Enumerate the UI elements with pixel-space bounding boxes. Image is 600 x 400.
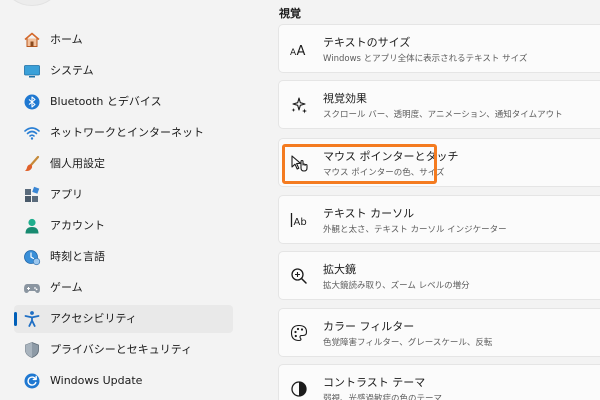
card-title: コントラスト テーマ: [323, 376, 426, 389]
card-subtitle: 色覚障害フィルター、グレースケール、反転: [323, 338, 493, 348]
svg-text:Ab: Ab: [294, 217, 307, 228]
gamepad-icon: [23, 279, 41, 297]
sidebar-item-accounts[interactable]: アカウント: [14, 212, 233, 240]
accessibility-icon: [23, 310, 41, 328]
sidebar-item-home[interactable]: ホーム: [14, 26, 233, 54]
sidebar-item-personalization[interactable]: 個人用設定: [14, 150, 233, 178]
visual-effects-icon: [289, 95, 309, 115]
sidebar-item-label: 時刻と言語: [50, 250, 105, 263]
card-title: テキスト カーソル: [323, 207, 415, 220]
setting-card-magnifier[interactable]: 拡大鏡 拡大鏡読み取り、ズーム レベルの増分: [278, 251, 600, 300]
account-icon: [23, 217, 41, 235]
card-subtitle: スクロール バー、透明度、アニメーション、通知タイムアウト: [323, 110, 563, 120]
card-subtitle: 外観と太さ、テキスト カーソル インジケーター: [323, 225, 507, 235]
setting-card-mouse-pointer-touch[interactable]: マウス ポインターとタッチ マウス ポインターの色、サイズ: [278, 138, 600, 187]
sidebar-item-bluetooth[interactable]: Bluetooth とデバイス: [14, 88, 233, 116]
home-icon: [23, 31, 41, 49]
sidebar-item-windows-update[interactable]: Windows Update: [14, 367, 233, 395]
card-subtitle: 弱視、光感過敏症の色のテーマ: [323, 394, 443, 400]
bluetooth-icon: [23, 93, 41, 111]
setting-card-text-cursor[interactable]: Ab テキスト カーソル 外観と太さ、テキスト カーソル インジケーター: [278, 195, 600, 244]
magnifier-icon: [289, 266, 309, 286]
sidebar-item-apps[interactable]: アプリ: [14, 181, 233, 209]
sidebar-nav: ホーム システム Bluetooth とデバイス ネットワークとインターネット …: [0, 0, 250, 400]
sidebar-item-label: ホーム: [50, 33, 83, 46]
contrast-theme-icon: [289, 379, 309, 399]
color-filter-icon: [289, 323, 309, 343]
time-language-icon: [23, 248, 41, 266]
sidebar-item-label: アカウント: [50, 219, 105, 232]
text-cursor-icon: Ab: [289, 210, 309, 230]
sidebar-item-label: ゲーム: [50, 281, 83, 294]
sidebar-item-time-language[interactable]: 時刻と言語: [14, 243, 233, 271]
sidebar-item-system[interactable]: システム: [14, 57, 233, 85]
sidebar-item-label: 個人用設定: [50, 157, 105, 170]
setting-card-visual-effects[interactable]: 視覚効果 スクロール バー、透明度、アニメーション、通知タイムアウト: [278, 80, 600, 129]
sidebar-item-label: システム: [50, 64, 94, 77]
brush-icon: [23, 155, 41, 173]
card-title: カラー フィルター: [323, 320, 415, 333]
sidebar-item-network[interactable]: ネットワークとインターネット: [14, 119, 233, 147]
card-title: テキストのサイズ: [323, 36, 411, 49]
section-title: 視覚: [279, 7, 301, 20]
sidebar-item-label: ネットワークとインターネット: [50, 126, 204, 139]
system-icon: [23, 62, 41, 80]
sidebar-item-accessibility[interactable]: アクセシビリティ: [14, 305, 233, 333]
setting-card-text-size[interactable]: AA テキストのサイズ Windows とアプリ全体に表示されるテキスト サイズ: [278, 24, 600, 73]
wifi-icon: [23, 124, 41, 142]
active-indicator: [14, 312, 17, 326]
apps-icon: [23, 186, 41, 204]
text-size-icon: AA: [289, 39, 309, 59]
setting-card-color-filter[interactable]: カラー フィルター 色覚障害フィルター、グレースケール、反転: [278, 308, 600, 357]
card-title: マウス ポインターとタッチ: [323, 150, 459, 163]
sidebar-item-label: Bluetooth とデバイス: [50, 95, 162, 108]
card-subtitle: 拡大鏡読み取り、ズーム レベルの増分: [323, 281, 470, 291]
sidebar-item-label: アクセシビリティ: [50, 312, 137, 325]
card-title: 視覚効果: [323, 92, 367, 105]
sidebar-item-gaming[interactable]: ゲーム: [14, 274, 233, 302]
card-title: 拡大鏡: [323, 263, 356, 276]
setting-card-contrast-theme[interactable]: コントラスト テーマ 弱視、光感過敏症の色のテーマ: [278, 364, 600, 400]
sidebar-item-label: Windows Update: [50, 374, 143, 387]
svg-text:A: A: [297, 44, 306, 59]
card-subtitle: Windows とアプリ全体に表示されるテキスト サイズ: [323, 54, 528, 64]
card-subtitle: マウス ポインターの色、サイズ: [323, 168, 445, 178]
sidebar-item-label: プライバシーとセキュリティ: [50, 343, 193, 356]
windows-update-icon: [23, 372, 41, 390]
sidebar-item-label: アプリ: [50, 188, 83, 201]
mouse-pointer-touch-icon: [289, 153, 309, 173]
shield-icon: [23, 341, 41, 359]
sidebar-item-privacy-security[interactable]: プライバシーとセキュリティ: [14, 336, 233, 364]
